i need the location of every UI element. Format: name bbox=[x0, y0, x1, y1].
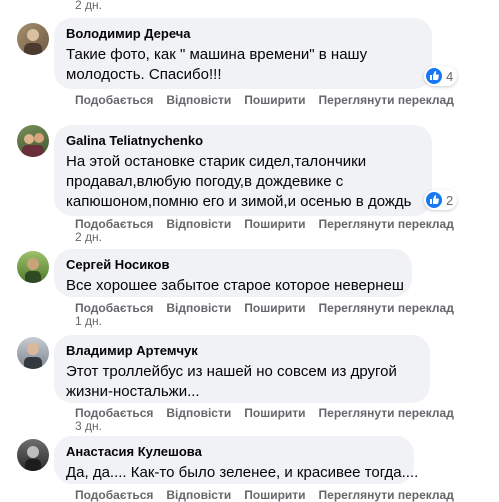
reaction-number: 2 bbox=[446, 192, 454, 208]
comment-text: Этот троллейбус из нашей но совсем из др… bbox=[66, 362, 418, 402]
comment-line: Все хорошее забытое старое которое невер… bbox=[66, 277, 404, 294]
like-icon bbox=[426, 68, 442, 84]
translate-link[interactable]: Переглянути переклад bbox=[319, 488, 454, 502]
share-link[interactable]: Поширити bbox=[244, 301, 305, 315]
comment-actions: Подобається Відповісти Поширити Переглянути… bbox=[75, 488, 467, 502]
avatar[interactable] bbox=[17, 337, 49, 369]
comment-line: Да, да.... Как-то было зеленее, и красив… bbox=[66, 464, 419, 481]
like-link[interactable]: Подобається bbox=[75, 301, 153, 315]
translate-link[interactable]: Переглянути переклад bbox=[319, 406, 454, 420]
translate-link[interactable]: Переглянути переклад bbox=[319, 93, 454, 107]
comment-author[interactable]: Владимир Артемчук bbox=[66, 343, 418, 359]
like-icon bbox=[426, 192, 442, 208]
share-link[interactable]: Поширити bbox=[244, 488, 305, 502]
comment-line: капюшоном,помню его и зимой,и осенью в д… bbox=[66, 193, 412, 210]
comment-line: На этой остановке старик сидел,талончики bbox=[66, 153, 367, 170]
comment-line: продавал,влюбую погоду,в дождевике с bbox=[66, 173, 344, 190]
like-link[interactable]: Подобається bbox=[75, 93, 153, 107]
comment-time[interactable]: 2 дн. bbox=[75, 230, 102, 244]
comment-text: Да, да.... Как-то было зеленее, и красив… bbox=[66, 463, 419, 483]
reply-link[interactable]: Відповісти bbox=[166, 217, 231, 231]
translate-link[interactable]: Переглянути переклад bbox=[319, 301, 454, 315]
reaction-count[interactable]: 4 bbox=[424, 66, 458, 86]
avatar[interactable] bbox=[17, 125, 49, 157]
comment-time[interactable]: 1 дн. bbox=[75, 314, 102, 328]
comment-text: Такие фото, как " машина времени" в нашу… bbox=[66, 45, 420, 85]
comment-line: Этот троллейбус из нашей но совсем из др… bbox=[66, 363, 397, 380]
action-row-top: . bbox=[210, 0, 226, 4]
comment-text: На этой остановке старик сидел,талончики… bbox=[66, 152, 420, 212]
comment-text: Все хорошее забытое старое которое невер… bbox=[66, 276, 404, 296]
share-link[interactable]: Поширити bbox=[244, 93, 305, 107]
share-link[interactable]: Поширити bbox=[244, 406, 305, 420]
comment-line: жизни-ностальжи... bbox=[66, 383, 200, 400]
comment-author[interactable]: Galina Teliatnychenko bbox=[66, 133, 420, 149]
comment-line: молодость. Спасибо!!! bbox=[66, 66, 222, 83]
comment-bubble: Владимир Артемчук Этот троллейбус из наш… bbox=[54, 335, 430, 403]
reply-link[interactable]: Відповісти bbox=[166, 488, 231, 502]
comment-bubble: Володимир Дереча Такие фото, как " машин… bbox=[54, 18, 432, 89]
comment-actions: Подобається Відповісти Поширити Переглянути… bbox=[75, 217, 467, 231]
share-link[interactable]: Поширити bbox=[244, 217, 305, 231]
comment-bubble: Galina Teliatnychenko На этой остановке … bbox=[54, 125, 432, 216]
avatar[interactable] bbox=[17, 439, 49, 471]
like-link[interactable]: Подобається bbox=[75, 488, 153, 502]
reply-link[interactable]: Відповісти bbox=[166, 93, 231, 107]
comment-actions: Подобається Відповісти Поширити Переглянути… bbox=[75, 301, 467, 315]
comment-bubble: Сергей Носиков Все хорошее забытое старо… bbox=[54, 249, 412, 297]
comment-actions: Подобається Відповісти Поширити Переглянути… bbox=[75, 406, 467, 420]
like-link[interactable]: Подобається bbox=[75, 217, 153, 231]
comment-author[interactable]: Анастасия Кулешова bbox=[66, 444, 402, 460]
avatar[interactable] bbox=[17, 251, 49, 283]
comment-time[interactable]: 3 дн. bbox=[75, 419, 102, 433]
comment-author[interactable]: Володимир Дереча bbox=[66, 26, 420, 42]
comment-time[interactable]: 2 дн. bbox=[75, 0, 102, 12]
reaction-number: 4 bbox=[446, 68, 454, 84]
reply-link[interactable]: Відповісти bbox=[166, 301, 231, 315]
comment-author[interactable]: Сергей Носиков bbox=[66, 257, 400, 273]
comment-actions: Подобається Відповісти Поширити Переглянути… bbox=[75, 93, 467, 107]
like-link[interactable]: Подобається bbox=[75, 406, 153, 420]
reply-link[interactable]: Відповісти bbox=[166, 406, 231, 420]
comment-bubble: Анастасия Кулешова Да, да.... Как-то был… bbox=[54, 436, 419, 484]
avatar[interactable] bbox=[17, 23, 49, 55]
reaction-count[interactable]: 2 bbox=[424, 190, 458, 210]
translate-link[interactable]: Переглянути переклад bbox=[319, 217, 454, 231]
comment-line: Такие фото, как " машина времени" в нашу bbox=[66, 46, 368, 63]
